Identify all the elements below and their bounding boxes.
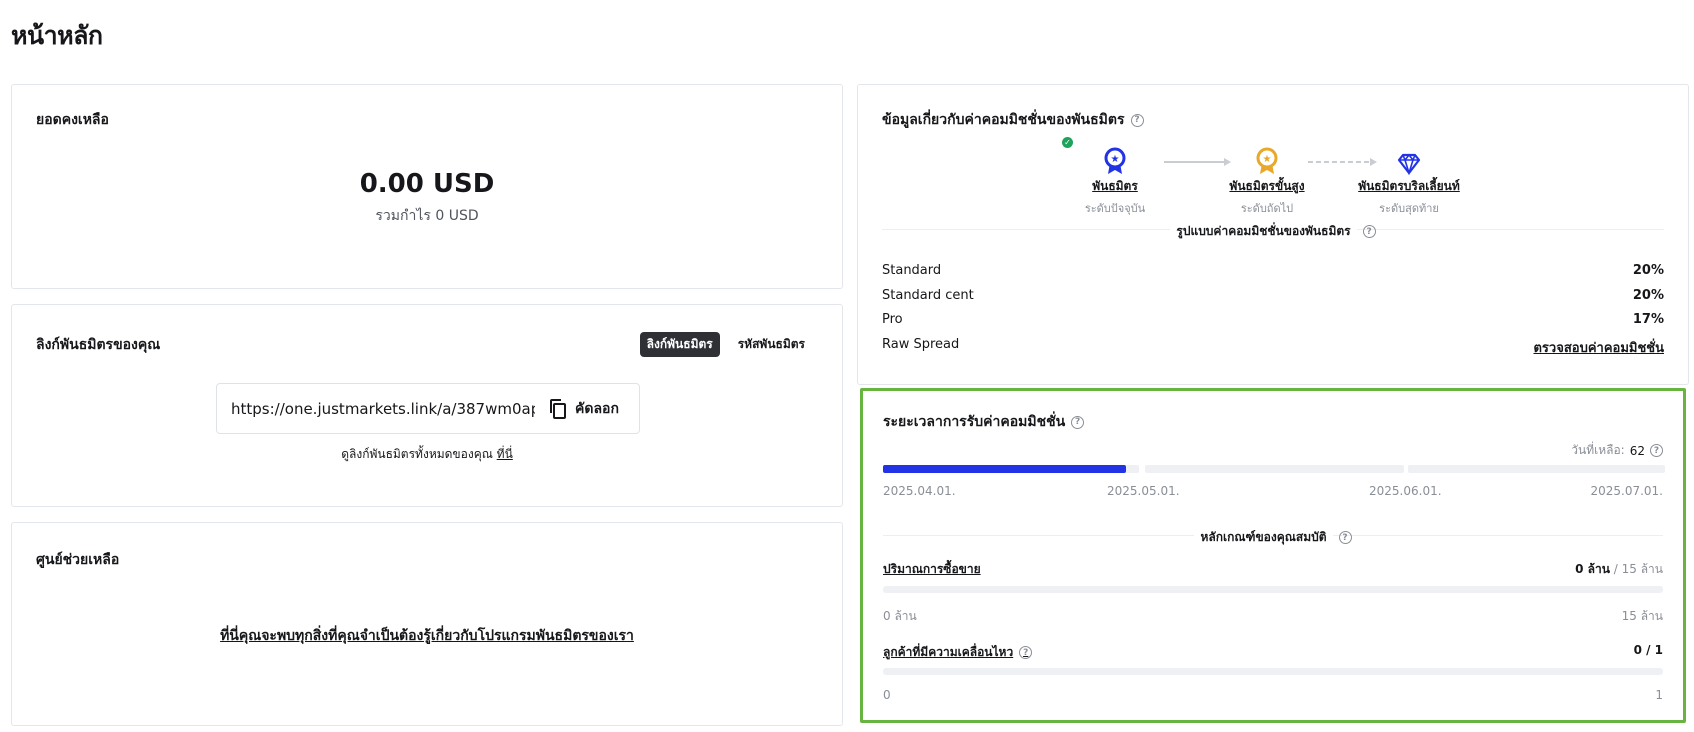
criteria-divider: หลักเกณฑ์ของคุณสมบัติ ?: [883, 528, 1663, 547]
copy-button[interactable]: คัดลอก: [549, 398, 619, 420]
date-label: 2025.07.01.: [1590, 484, 1663, 498]
rate-name: Raw Spread: [882, 337, 960, 352]
tier-advanced: ★ พันธมิตรขั้นสูง ระดับถัดไป: [1204, 145, 1330, 217]
commission-info-card: ข้อมูลเกี่ยวกับค่าคอมมิชชั่นของพันธมิตร …: [857, 84, 1689, 385]
tab-partner-link[interactable]: ลิงก์พันธมิตร: [639, 332, 720, 357]
rates-divider: รูปแบบค่าคอมมิชชั่นของพันธมิตร ?: [882, 222, 1664, 241]
criteria-title: หลักเกณฑ์ของคุณสมบัติ: [1194, 528, 1333, 547]
days-left-value: 62: [1629, 443, 1645, 458]
rate-name: Standard: [882, 263, 942, 278]
copy-icon: [550, 398, 566, 419]
commission-period-title-wrap: ระยะเวลาการรับค่าคอมมิชชั่น ?: [883, 411, 1085, 433]
range-min: 0: [883, 688, 891, 702]
tier-name[interactable]: พันธมิตร: [1080, 177, 1150, 196]
volume-range: 0 ล้าน 15 ล้าน: [883, 607, 1663, 626]
date-label: 2025.05.01.: [1107, 484, 1180, 498]
criteria-current: 0 ล้าน: [1575, 562, 1610, 576]
balance-amount: 0.00 USD: [359, 169, 495, 199]
days-left-label: วันที่เหลือ:: [1571, 443, 1625, 457]
partner-link-field[interactable]: https://one.justmarkets.link/a/387wm0api…: [216, 383, 640, 434]
criteria-value: 0 ล้าน / 15 ล้าน: [1575, 560, 1663, 579]
check-icon: ✓: [1062, 137, 1073, 148]
active-clients-progress-bar: [883, 668, 1663, 675]
commission-period-title: ระยะเวลาการรับค่าคอมมิชชั่น: [883, 414, 1066, 430]
criteria-target: / 15 ล้าน: [1613, 562, 1663, 576]
rate-name: Standard cent: [882, 288, 974, 303]
period-segment-3: [1408, 465, 1665, 473]
diamond-icon: [1397, 153, 1421, 175]
rates-title: รูปแบบค่าคอมมิชชั่นของพันธมิตร: [1170, 222, 1357, 241]
help-icon[interactable]: ?: [1650, 444, 1663, 457]
rate-name: Pro: [882, 312, 903, 327]
criteria-name-wrap: ลูกค้าที่มีความเคลื่อนไหว ?: [883, 643, 1033, 662]
commission-info-title: ข้อมูลเกี่ยวกับค่าคอมมิชชั่นของพันธมิตร: [882, 112, 1125, 128]
range-min: 0 ล้าน: [883, 609, 917, 623]
criteria-current: 0 / 1: [1633, 643, 1663, 657]
rate-row: Raw Spread ตรวจสอบค่าคอมมิชชั่น: [882, 337, 1664, 358]
help-icon[interactable]: ?: [1362, 225, 1376, 238]
active-clients-range: 0 1: [883, 688, 1663, 702]
range-max: 1: [1655, 688, 1663, 702]
help-center-card: ศูนย์ช่วยเหลือ ที่นี่คุณจะพบทุกสิ่งที่คุ…: [11, 522, 843, 726]
svg-text:★: ★: [1111, 154, 1120, 165]
ribbon-blue-icon: ★: [1104, 147, 1126, 174]
rate-row: Standard 20%: [882, 263, 1664, 278]
criteria-row-volume: ปริมาณการซื้อขาย 0 ล้าน / 15 ล้าน: [883, 560, 1663, 579]
balance-title: ยอดคงเหลือ: [36, 112, 109, 128]
range-max: 15 ล้าน: [1621, 609, 1663, 623]
criteria-value: 0 / 1: [1634, 643, 1663, 662]
tier-status: ระดับสุดท้าย: [1379, 202, 1439, 215]
period-segment-1: [883, 465, 1139, 473]
date-label: 2025.04.01.: [883, 484, 956, 498]
help-icon[interactable]: ?: [1071, 415, 1085, 429]
rate-row: Standard cent 20%: [882, 288, 1664, 303]
tier-status: ระดับปัจจุบัน: [1084, 202, 1146, 215]
all-links-link[interactable]: ที่นี่: [497, 447, 513, 461]
date-label: 2025.06.01.: [1369, 484, 1442, 498]
criteria-name[interactable]: ปริมาณการซื้อขาย: [883, 560, 981, 579]
period-timeline: [883, 465, 1665, 473]
tier-name[interactable]: พันธมิตรขั้นสูง: [1204, 177, 1330, 196]
partner-link-url[interactable]: https://one.justmarkets.link/a/387wm0api…: [231, 400, 535, 418]
tier-status: ระดับถัดไป: [1240, 202, 1294, 215]
period-segment-1-fill: [883, 465, 1127, 473]
tab-partner-code[interactable]: รหัสพันธมิตร: [731, 332, 812, 357]
page-title: หน้าหลัก: [11, 21, 103, 50]
svg-text:★: ★: [1263, 154, 1272, 165]
help-icon[interactable]: ?: [1130, 113, 1144, 127]
help-icon[interactable]: ?: [1019, 646, 1033, 659]
commission-info-title-wrap: ข้อมูลเกี่ยวกับค่าคอมมิชชั่นของพันธมิตร …: [882, 109, 1144, 131]
ribbon-gold-icon: ★: [1256, 147, 1278, 174]
rate-row: Pro 17%: [882, 312, 1664, 327]
rate-value: 20%: [1632, 263, 1664, 278]
balance-profit: รวมกำไร 0 USD: [375, 208, 479, 224]
balance-card: ยอดคงเหลือ 0.00 USD รวมกำไร 0 USD: [11, 84, 843, 289]
period-segment-2: [1145, 465, 1404, 473]
criteria-row-active-clients: ลูกค้าที่มีความเคลื่อนไหว ? 0 / 1: [883, 643, 1663, 662]
partner-link-title: ลิงก์พันธมิตรของคุณ: [36, 337, 161, 353]
help-center-link[interactable]: ที่นี่คุณจะพบทุกสิ่งที่คุณจำเป็นต้องรู้เ…: [220, 628, 634, 644]
copy-label: คัดลอก: [575, 400, 619, 417]
help-center-link-wrap: ที่นี่คุณจะพบทุกสิ่งที่คุณจำเป็นต้องรู้เ…: [12, 625, 842, 647]
days-left: วันที่เหลือ: 62 ?: [1571, 441, 1663, 460]
rate-value: 17%: [1632, 312, 1664, 327]
rate-value: 20%: [1632, 288, 1664, 303]
criteria-name[interactable]: ลูกค้าที่มีความเคลื่อนไหว: [883, 643, 1013, 662]
all-links-note: ดูลิงก์พันธมิตรทั้งหมดของคุณ ที่นี่: [12, 445, 842, 464]
tier-partner: ✓ ★ พันธมิตร ระดับปัจจุบัน: [1062, 137, 1150, 217]
tier-name[interactable]: พันธมิตรบริลเลี้ยนท์: [1342, 177, 1476, 196]
link-type-tabs: ลิงก์พันธมิตร รหัสพันธมิตร: [639, 332, 812, 357]
check-commission-link[interactable]: ตรวจสอบค่าคอมมิชชั่น: [1533, 337, 1664, 358]
help-icon[interactable]: ?: [1338, 531, 1352, 544]
help-center-title: ศูนย์ช่วยเหลือ: [36, 552, 120, 568]
tier-brilliant: พันธมิตรบริลเลี้ยนท์ ระดับสุดท้าย: [1342, 145, 1476, 217]
partner-link-card: ลิงก์พันธมิตรของคุณ ลิงก์พันธมิตร รหัสพั…: [11, 304, 843, 507]
commission-period-card: ระยะเวลาการรับค่าคอมมิชชั่น ? วันที่เหลื…: [860, 388, 1686, 723]
all-links-text: ดูลิงก์พันธมิตรทั้งหมดของคุณ: [341, 447, 497, 461]
volume-progress-bar: [883, 586, 1663, 593]
